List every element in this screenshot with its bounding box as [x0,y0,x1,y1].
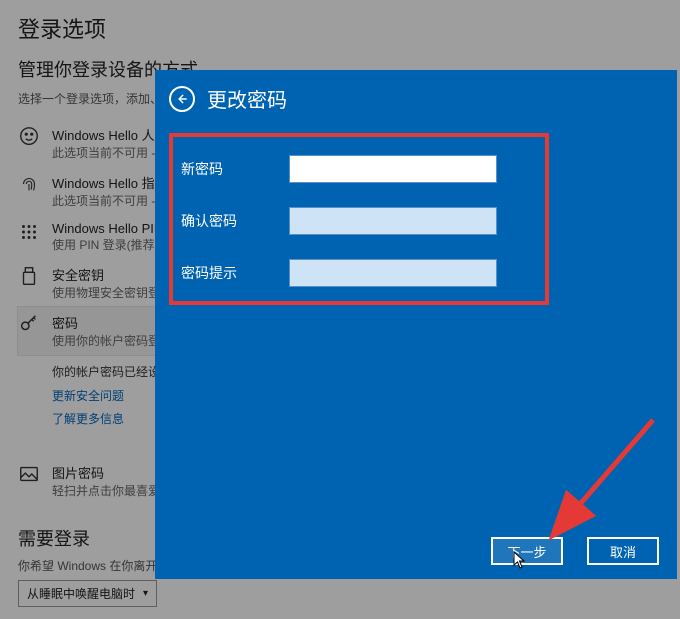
next-button[interactable]: 下一步 [491,537,563,565]
change-password-dialog: 更改密码 新密码 确认密码 密码提示 下一步 取消 [155,70,677,579]
new-password-input[interactable] [289,155,497,183]
back-button[interactable] [169,86,195,112]
cancel-button[interactable]: 取消 [587,537,659,565]
confirm-password-input[interactable] [289,207,497,235]
new-password-label: 新密码 [181,159,289,179]
arrow-left-icon [175,92,189,106]
button-label: 下一步 [507,542,546,561]
confirm-password-label: 确认密码 [181,211,289,231]
annotation-highlight-box: 新密码 确认密码 密码提示 [169,133,549,305]
password-hint-input[interactable] [289,259,497,287]
button-label: 取消 [610,542,636,561]
dialog-title: 更改密码 [207,84,287,113]
password-hint-label: 密码提示 [181,263,289,283]
